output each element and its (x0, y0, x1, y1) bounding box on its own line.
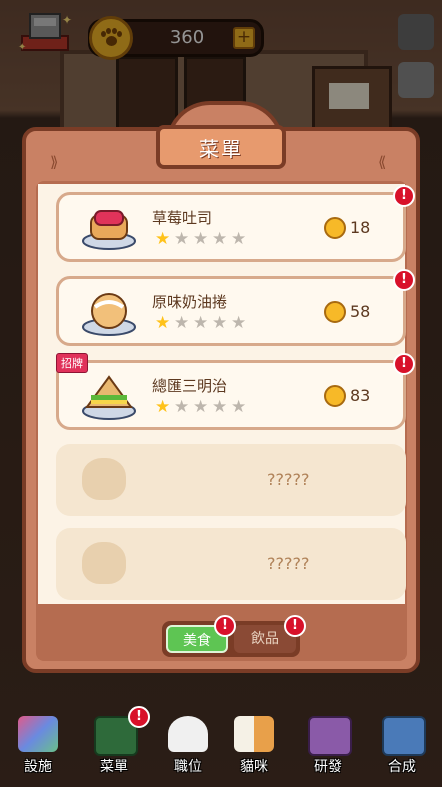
star-empty-icon: ★ (231, 313, 247, 333)
club-sandwich-icon (81, 369, 137, 421)
nav-item-research[interactable]: 研發 (296, 712, 360, 787)
paw-coin-icon (324, 217, 346, 239)
panel-title: 菜單 (199, 136, 243, 161)
star-rating: ★ ★ ★ ★ ★ (155, 315, 248, 332)
menu-item[interactable]: 草莓吐司 ★ ★ ★ ★ ★ 18 ! (56, 185, 415, 262)
strawberry-toast-icon (81, 201, 137, 253)
locked-menu-item[interactable]: ????? (56, 444, 406, 516)
locked-item-name: ????? (267, 554, 310, 573)
panel-title-plate: 菜單 (156, 125, 286, 169)
star-empty-icon: ★ (212, 397, 228, 417)
nav-label: 合成 (388, 759, 416, 775)
star-empty-icon: ★ (193, 397, 209, 417)
alert-icon: ! (284, 615, 306, 637)
locked-menu-item[interactable]: ????? (56, 528, 406, 600)
star-rating: ★ ★ ★ ★ ★ (155, 399, 248, 416)
locked-dish-silhouette-icon (82, 542, 126, 584)
star-empty-icon: ★ (212, 313, 228, 333)
paw-coin-icon (324, 385, 346, 407)
menu-item-name: 總匯三明治 (152, 377, 228, 395)
star-empty-icon: ★ (231, 229, 247, 249)
nav-item-craft[interactable]: 合成 (370, 712, 434, 787)
menu-list[interactable]: 草莓吐司 ★ ★ ★ ★ ★ 18 ! 原味奶油捲 ★ ★ ★ ★ ★ 58 !… (38, 184, 415, 604)
leaf-decoration-icon: ⟫ (50, 153, 59, 171)
star-filled-icon: ★ (155, 229, 171, 249)
bottom-nav: 設施 ! 菜單 職位 貓咪 研發 合成 (0, 706, 442, 787)
leaf-decoration-icon: ⟪ (378, 153, 387, 171)
menu-item-price: 58 (350, 302, 371, 321)
star-empty-icon: ★ (193, 313, 209, 333)
nav-item-position[interactable]: 職位 (156, 712, 220, 787)
alert-icon: ! (128, 706, 150, 728)
menu-item-price: 83 (350, 386, 371, 405)
menu-item[interactable]: 招牌 總匯三明治 ★ ★ ★ ★ ★ 83 ! (56, 353, 415, 430)
star-empty-icon: ★ (212, 229, 228, 249)
nav-label: 菜單 (100, 759, 128, 775)
nav-item-facility[interactable]: 設施 (6, 712, 70, 787)
chef-hat-icon (168, 716, 208, 752)
nav-label: 研發 (314, 759, 342, 775)
alert-icon: ! (393, 269, 415, 291)
nav-item-cats[interactable]: 貓咪 (222, 712, 286, 787)
locked-dish-silhouette-icon (82, 458, 126, 500)
nav-label: 職位 (174, 759, 202, 775)
star-filled-icon: ★ (155, 313, 171, 333)
menu-item[interactable]: 原味奶油捲 ★ ★ ★ ★ ★ 58 ! (56, 269, 415, 346)
alert-icon: ! (393, 353, 415, 375)
cat-icon (234, 716, 274, 752)
star-empty-icon: ★ (193, 229, 209, 249)
research-pot-icon (308, 716, 352, 756)
star-empty-icon: ★ (231, 397, 247, 417)
facility-icon (18, 716, 58, 752)
nav-label: 設施 (24, 759, 52, 775)
nav-item-menu[interactable]: ! 菜單 (82, 706, 150, 787)
menu-item-name: 草莓吐司 (152, 209, 213, 227)
star-rating: ★ ★ ★ ★ ★ (155, 231, 248, 248)
star-empty-icon: ★ (174, 313, 190, 333)
nav-label: 貓咪 (240, 759, 268, 775)
paw-coin-icon (324, 301, 346, 323)
star-filled-icon: ★ (155, 397, 171, 417)
cream-roll-icon (81, 285, 137, 337)
star-empty-icon: ★ (174, 229, 190, 249)
star-empty-icon: ★ (174, 397, 190, 417)
menu-item-name: 原味奶油捲 (152, 293, 228, 311)
menu-panel: 菜單 ⟫ ⟪ 草莓吐司 ★ ★ ★ ★ ★ 18 ! 原味奶油捲 ★ ★ ★ ★… (22, 101, 420, 673)
menu-item-price: 18 (350, 218, 371, 237)
alert-icon: ! (214, 615, 236, 637)
locked-item-name: ????? (267, 470, 310, 489)
craft-icon (382, 716, 426, 756)
alert-icon: ! (393, 185, 415, 207)
panel-footer: 美食 飲品 ! ! (38, 611, 405, 659)
